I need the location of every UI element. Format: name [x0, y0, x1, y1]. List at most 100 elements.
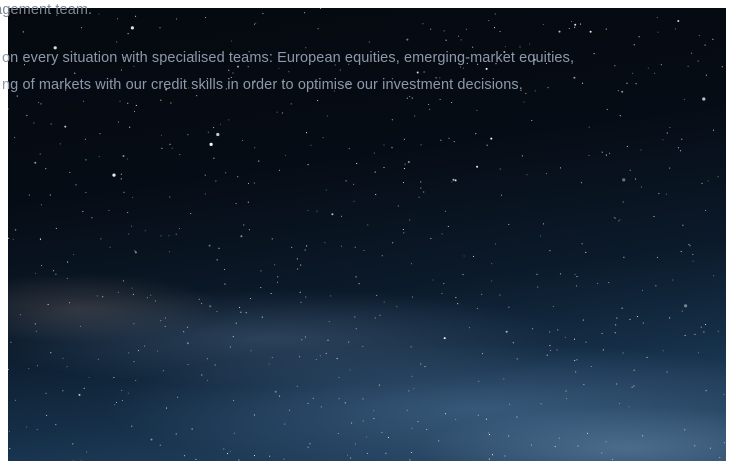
star — [448, 137, 450, 139]
star — [8, 108, 10, 110]
star — [213, 157, 215, 159]
star — [646, 356, 648, 358]
star — [354, 246, 356, 248]
star — [472, 255, 475, 257]
star — [247, 66, 249, 68]
star — [240, 235, 243, 238]
star — [184, 455, 186, 457]
star — [204, 193, 206, 195]
star — [117, 291, 119, 293]
star — [175, 233, 177, 235]
star — [523, 101, 525, 103]
star — [366, 452, 368, 454]
star — [590, 365, 592, 368]
star — [387, 436, 389, 438]
star — [575, 285, 578, 287]
star — [608, 152, 611, 154]
star — [581, 243, 583, 245]
star — [658, 192, 660, 195]
star — [381, 255, 383, 257]
star — [362, 345, 364, 347]
star — [291, 246, 293, 248]
star — [122, 280, 125, 282]
star — [379, 314, 381, 316]
hero-text-line-2: on every situation with specialised team… — [2, 50, 575, 66]
star — [723, 393, 725, 395]
star — [355, 276, 357, 278]
star — [160, 235, 162, 237]
star — [373, 418, 375, 420]
star — [198, 298, 200, 300]
star — [143, 345, 146, 347]
star — [452, 178, 455, 181]
star — [409, 459, 411, 461]
star — [247, 201, 249, 203]
star — [374, 171, 376, 173]
star — [376, 294, 378, 296]
star — [443, 337, 446, 340]
star — [85, 191, 87, 194]
star — [451, 102, 453, 104]
star — [59, 143, 61, 145]
star — [8, 237, 10, 239]
star — [721, 66, 723, 68]
star — [281, 112, 283, 114]
star — [254, 147, 256, 149]
star — [112, 173, 116, 177]
star — [556, 349, 558, 351]
star — [307, 446, 309, 448]
star — [487, 432, 489, 434]
star — [304, 12, 306, 14]
star — [409, 219, 411, 221]
star — [168, 235, 170, 237]
star — [119, 100, 121, 102]
star — [330, 295, 332, 297]
star — [705, 74, 707, 76]
star — [86, 451, 88, 453]
star — [702, 97, 706, 101]
star — [684, 334, 686, 336]
star — [653, 215, 655, 217]
star — [164, 317, 167, 319]
star — [626, 145, 628, 147]
star — [601, 452, 603, 454]
star — [224, 283, 226, 285]
star — [588, 126, 590, 128]
star — [499, 31, 501, 33]
star — [601, 151, 603, 153]
star — [451, 181, 453, 183]
star — [666, 132, 668, 134]
star — [457, 303, 459, 305]
star — [476, 165, 479, 168]
star — [132, 196, 134, 198]
star — [402, 182, 405, 184]
star — [284, 423, 286, 425]
star — [228, 119, 230, 121]
star — [374, 317, 376, 319]
star — [161, 147, 163, 149]
star — [558, 437, 560, 439]
star — [420, 363, 422, 365]
star — [204, 174, 206, 176]
star — [28, 194, 30, 196]
star — [239, 306, 241, 309]
star — [636, 316, 638, 318]
star — [619, 115, 621, 117]
star — [278, 169, 281, 171]
star — [512, 342, 514, 344]
star — [186, 326, 189, 328]
star — [116, 41, 118, 43]
star — [213, 127, 215, 129]
star — [402, 228, 404, 231]
star — [362, 398, 364, 400]
star — [577, 445, 579, 447]
star — [165, 407, 168, 409]
star — [420, 144, 422, 146]
star — [680, 250, 682, 253]
star — [413, 388, 415, 390]
star — [290, 103, 292, 105]
star — [195, 458, 197, 460]
star — [674, 28, 676, 30]
star — [316, 210, 318, 212]
star — [186, 342, 189, 345]
